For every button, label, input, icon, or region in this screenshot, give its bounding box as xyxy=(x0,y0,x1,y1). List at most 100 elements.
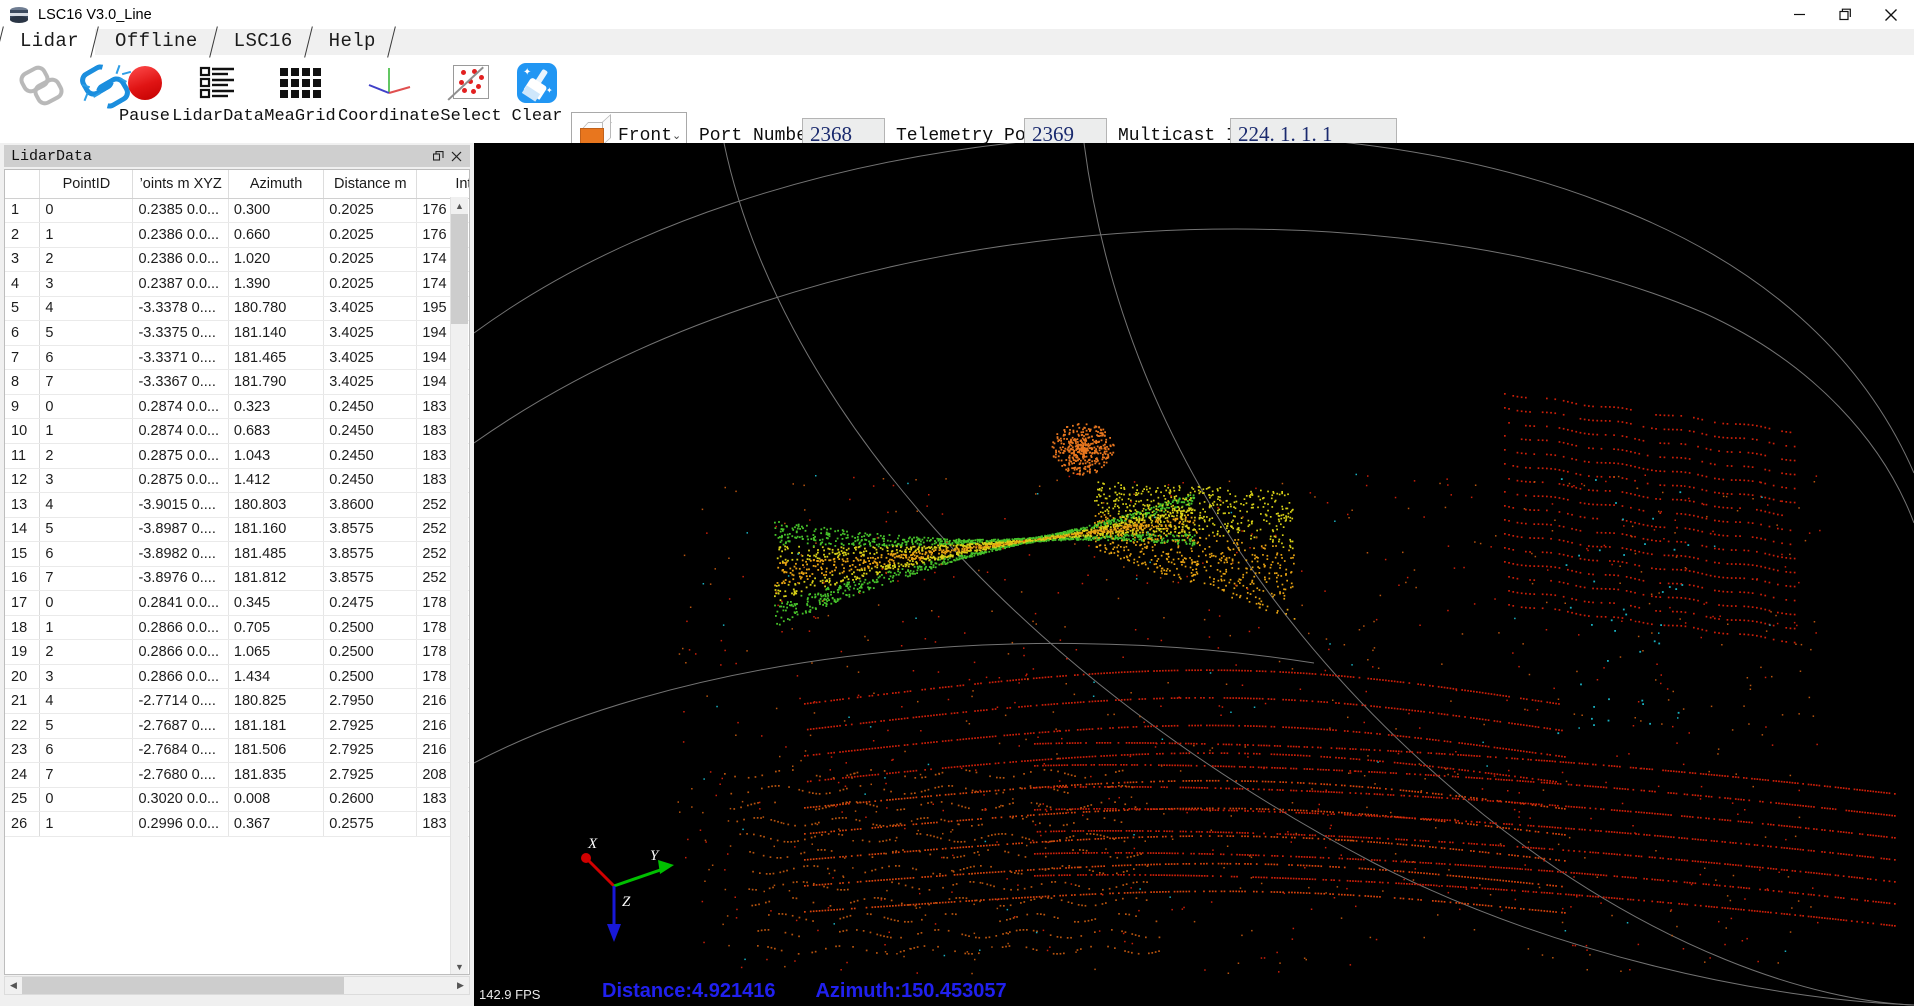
meagrid-button[interactable]: MeaGrid xyxy=(259,61,341,137)
row-index: 3 xyxy=(5,247,41,273)
tab-lsc16[interactable]: LSC16 xyxy=(214,29,309,55)
connect-button[interactable] xyxy=(10,61,72,137)
table-row[interactable]: 145-3.8987 0....181.1603.85752521 xyxy=(5,517,469,543)
table-row[interactable]: 1920.2866 0.0...1.0650.25001782 xyxy=(5,639,469,665)
close-panel-icon[interactable] xyxy=(447,147,465,165)
row-index: 20 xyxy=(5,664,41,690)
table-row[interactable]: 100.2385 0.0...0.3000.20251760 xyxy=(5,198,469,224)
cell-azimuth: 0.683 xyxy=(228,418,325,444)
cell-distance: 3.8575 xyxy=(323,541,418,567)
coordinate-button[interactable]: Coordinate xyxy=(338,61,440,137)
minimize-button[interactable] xyxy=(1776,0,1822,29)
cell-points-xyz: -3.8982 0.... xyxy=(132,541,229,567)
lidardata-button[interactable]: LidarData xyxy=(172,61,264,137)
dock-title-bar: LidarData xyxy=(4,145,470,167)
table-row[interactable]: 2500.3020 0.0...0.0080.26001833 xyxy=(5,787,469,813)
tab-offline[interactable]: Offline xyxy=(95,29,214,55)
cell-points-xyz: -3.8987 0.... xyxy=(132,517,229,543)
row-index: 15 xyxy=(5,541,41,567)
cell-distance: 2.7950 xyxy=(323,688,418,714)
row-index: 26 xyxy=(5,811,41,837)
cell-distance: 0.2450 xyxy=(323,418,418,444)
lidardata-table-container: PointID ’oints m XYZ Azimuth Distance m … xyxy=(4,169,470,975)
tab-help[interactable]: Help xyxy=(309,29,392,55)
cell-points-xyz: -2.7714 0.... xyxy=(132,688,229,714)
table-row[interactable]: 430.2387 0.0...1.3900.20251740 xyxy=(5,271,469,297)
row-index: 2 xyxy=(5,222,41,248)
table-row[interactable]: 87-3.3367 0....181.7903.40251940 xyxy=(5,369,469,395)
table-row[interactable]: 65-3.3375 0....181.1403.40251940 xyxy=(5,320,469,346)
cell-pointid: 0 xyxy=(39,787,134,813)
close-button[interactable] xyxy=(1868,0,1914,29)
table-row[interactable]: 210.2386 0.0...0.6600.20251760 xyxy=(5,222,469,248)
row-index: 16 xyxy=(5,566,41,592)
table-row[interactable]: 1120.2875 0.0...1.0430.24501831 xyxy=(5,443,469,469)
table-row[interactable]: 54-3.3378 0....180.7803.40251950 xyxy=(5,296,469,322)
column-header-points-xyz[interactable]: ’oints m XYZ xyxy=(132,170,229,199)
table-row[interactable]: 167-3.8976 0....181.8123.85752521 xyxy=(5,566,469,592)
cell-points-xyz: -3.3378 0.... xyxy=(132,296,229,322)
table-row[interactable]: 1810.2866 0.0...0.7050.25001782 xyxy=(5,615,469,641)
scroll-right-icon[interactable]: ▶ xyxy=(452,977,469,994)
row-index: 17 xyxy=(5,590,41,616)
table-row[interactable]: 214-2.7714 0....180.8252.79502162 xyxy=(5,688,469,714)
scroll-up-icon[interactable]: ▲ xyxy=(451,197,468,214)
axes-icon xyxy=(366,61,412,105)
table-row[interactable]: 320.2386 0.0...1.0200.20251740 xyxy=(5,247,469,273)
lidar-cylinder-icon xyxy=(9,5,29,25)
table-row[interactable]: 900.2874 0.0...0.3230.24501831 xyxy=(5,394,469,420)
table-row[interactable]: 225-2.7687 0....181.1812.79252162 xyxy=(5,713,469,739)
column-header-azimuth[interactable]: Azimuth xyxy=(228,170,325,199)
axis-gizmo: X Y Z xyxy=(558,836,678,948)
record-circle-icon xyxy=(127,61,162,105)
table-row[interactable]: 156-3.8982 0....181.4853.85752521 xyxy=(5,541,469,567)
tab-lidar[interactable]: Lidar xyxy=(0,29,96,55)
pause-label: Pause xyxy=(118,107,170,126)
cell-points-xyz: 0.3020 0.0... xyxy=(132,787,229,813)
cell-points-xyz: -3.8976 0.... xyxy=(132,566,229,592)
column-header-pointid[interactable]: PointID xyxy=(39,170,134,199)
table-row[interactable]: 76-3.3371 0....181.4653.40251940 xyxy=(5,345,469,371)
cell-pointid: 7 xyxy=(39,369,134,395)
row-index: 1 xyxy=(5,198,41,224)
column-header-distance[interactable]: Distance m xyxy=(323,170,418,199)
table-row[interactable]: 1230.2875 0.0...1.4120.24501831 xyxy=(5,468,469,494)
table-row[interactable]: 2030.2866 0.0...1.4340.25001782 xyxy=(5,664,469,690)
select-button[interactable]: Select xyxy=(437,61,505,137)
cell-points-xyz: -2.7687 0.... xyxy=(132,713,229,739)
table-row[interactable]: 1010.2874 0.0...0.6830.24501831 xyxy=(5,418,469,444)
cell-distance: 3.4025 xyxy=(323,345,418,371)
float-panel-icon[interactable] xyxy=(429,147,447,165)
cell-distance: 3.8600 xyxy=(323,492,418,518)
table-row[interactable]: 236-2.7684 0....181.5062.79252162 xyxy=(5,738,469,764)
cell-azimuth: 181.506 xyxy=(228,738,325,764)
maximize-button[interactable] xyxy=(1822,0,1868,29)
table-row[interactable]: 2610.2996 0.0...0.3670.25751833 xyxy=(5,811,469,837)
horizontal-scroll-track[interactable] xyxy=(22,977,452,994)
table-row[interactable]: 247-2.7680 0....181.8352.79252082 xyxy=(5,762,469,788)
table-row[interactable]: 1700.2841 0.0...0.3450.24751782 xyxy=(5,590,469,616)
cell-distance: 2.7925 xyxy=(323,738,418,764)
cell-pointid: 3 xyxy=(39,664,134,690)
pause-button[interactable]: Pause xyxy=(112,61,177,137)
scroll-down-icon[interactable]: ▼ xyxy=(451,958,468,974)
vertical-scroll-thumb[interactable] xyxy=(451,214,468,324)
cell-distance: 0.2475 xyxy=(323,590,418,616)
cell-azimuth: 0.705 xyxy=(228,615,325,641)
table-row[interactable]: 134-3.9015 0....180.8033.86002521 xyxy=(5,492,469,518)
scroll-left-icon[interactable]: ◀ xyxy=(5,977,22,994)
column-header-intensity[interactable]: Int xyxy=(416,170,469,199)
cell-distance: 0.2600 xyxy=(323,787,418,813)
cell-distance: 0.2450 xyxy=(323,394,418,420)
horizontal-scroll-thumb[interactable] xyxy=(22,977,344,994)
cell-azimuth: 1.434 xyxy=(228,664,325,690)
cell-distance: 0.2500 xyxy=(323,615,418,641)
cell-pointid: 5 xyxy=(39,713,134,739)
cell-azimuth: 1.043 xyxy=(228,443,325,469)
table-horizontal-scrollbar[interactable]: ◀ ▶ xyxy=(4,976,470,995)
pointcloud-viewport[interactable]: X Y Z 142.9 FPS Distance:4.921416 Azimut… xyxy=(474,143,1914,1006)
table-vertical-scrollbar[interactable]: ▲ ▼ xyxy=(450,197,468,974)
column-header-index[interactable] xyxy=(5,170,41,199)
row-index: 18 xyxy=(5,615,41,641)
clear-button[interactable]: ✦ ✦ Clear xyxy=(505,61,569,137)
